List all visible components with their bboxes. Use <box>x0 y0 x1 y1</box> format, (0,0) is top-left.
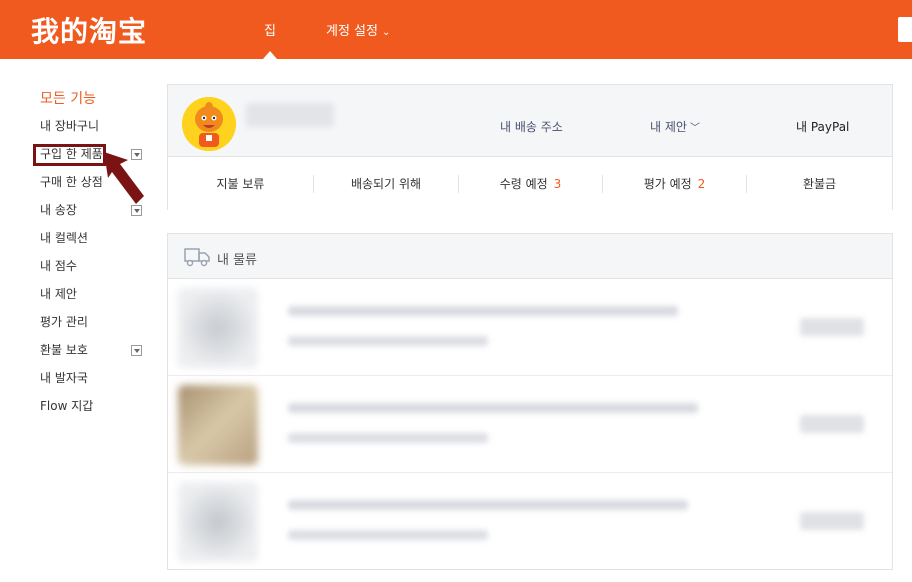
mascot-icon <box>182 97 236 151</box>
blurred-text <box>288 433 488 443</box>
product-thumbnail[interactable] <box>178 288 258 368</box>
sidebar-item-footprints[interactable]: 내 발자국 <box>40 364 150 392</box>
status-count: 2 <box>697 177 706 191</box>
sidebar-item-label: 구매 한 상점 <box>40 175 103 189</box>
paypal-link[interactable]: 내 PayPal <box>796 118 849 135</box>
annotation-highlight-box <box>33 144 106 166</box>
sidebar-item-label: 환불 보호 <box>40 343 88 357</box>
logistics-row[interactable] <box>168 474 892 569</box>
nav-account-settings[interactable]: 계정 설정 ⌄ <box>326 20 390 39</box>
status-label: 배송되기 위해 <box>350 177 422 191</box>
status-to-receive[interactable]: 수령 예정 3 <box>459 158 602 210</box>
status-count: 3 <box>553 177 562 191</box>
chevron-down-icon: ﹀ <box>689 123 700 134</box>
annotation-arrow-icon <box>104 152 144 204</box>
nav-home-link[interactable]: 집 <box>264 20 276 39</box>
blurred-text <box>288 403 698 413</box>
sidebar-item-collection[interactable]: 내 컬렉션 <box>40 224 150 252</box>
sidebar-menu: 모든 기능 내 장바구니 구입 한 제품 구매 한 상점 내 송장 내 컬렉션 … <box>40 88 150 420</box>
blurred-text <box>288 500 688 510</box>
status-label: 수령 예정 <box>499 177 548 191</box>
sidebar-item-flow-wallet[interactable]: Flow 지갑 <box>40 392 150 420</box>
active-nav-indicator <box>263 51 277 59</box>
sidebar-item-refund[interactable]: 환불 보호 <box>40 336 150 364</box>
my-suggestions-dropdown[interactable]: 내 제안 ﹀ <box>650 118 700 135</box>
status-label: 평가 예정 <box>643 177 692 191</box>
status-to-ship[interactable]: 배송되기 위해 <box>314 158 458 210</box>
product-thumbnail[interactable] <box>178 385 258 465</box>
sidebar-item-label: 내 송장 <box>40 203 77 217</box>
search-input[interactable] <box>898 17 912 42</box>
username-blurred <box>246 103 334 127</box>
sidebar-title[interactable]: 모든 기능 <box>40 88 150 110</box>
blurred-text <box>288 336 488 346</box>
blurred-text <box>288 530 488 540</box>
status-refund[interactable]: 환불금 <box>747 158 892 210</box>
account-summary-card: 내 배송 주소 내 제안 ﹀ 내 PayPal 지불 보류 배송되기 위해 수령 … <box>167 84 893 210</box>
taobao-logo[interactable]: 我的淘宝 <box>31 10 147 50</box>
sidebar-item-cart[interactable]: 내 장바구니 <box>40 112 150 140</box>
status-pending-payment[interactable]: 지불 보류 <box>168 158 313 210</box>
blurred-text <box>288 306 678 316</box>
sidebar-item-label: 평가 관리 <box>40 315 88 329</box>
my-suggestions-label: 내 제안 <box>650 120 687 134</box>
sidebar-item-label: 내 장바구니 <box>40 119 100 133</box>
logistics-row[interactable] <box>168 280 892 376</box>
truck-icon <box>184 248 210 267</box>
sidebar-item-label: Flow 지갑 <box>40 399 94 413</box>
row-action-button[interactable] <box>800 512 864 530</box>
nav-account-settings-label: 계정 설정 <box>326 24 378 39</box>
status-label: 환불금 <box>802 177 837 191</box>
status-label: 지불 보류 <box>216 177 265 191</box>
chevron-down-icon: ⌄ <box>381 27 391 38</box>
sidebar-item-label: 내 점수 <box>40 259 77 273</box>
row-action-button[interactable] <box>800 318 864 336</box>
row-action-button[interactable] <box>800 415 864 433</box>
profile-bar: 내 배송 주소 내 제안 ﹀ 내 PayPal <box>168 85 892 157</box>
order-status-row: 지불 보류 배송되기 위해 수령 예정 3 평가 예정 2 환불금 <box>168 158 892 210</box>
sidebar-item-reviews[interactable]: 평가 관리 <box>40 308 150 336</box>
logistics-row[interactable] <box>168 377 892 473</box>
sidebar-item-suggestions[interactable]: 내 제안 <box>40 280 150 308</box>
product-thumbnail[interactable] <box>178 482 258 562</box>
logistics-title: 내 물류 <box>217 253 258 268</box>
logistics-header: 내 물류 <box>168 234 892 279</box>
status-to-review[interactable]: 평가 예정 2 <box>603 158 746 210</box>
avatar[interactable] <box>182 97 236 151</box>
expand-icon[interactable] <box>131 345 142 356</box>
sidebar-item-label: 내 발자국 <box>40 371 88 385</box>
logistics-card: 내 물류 <box>167 233 893 570</box>
top-navigation-bar: 我的淘宝 집 계정 설정 ⌄ <box>0 0 912 59</box>
sidebar-item-label: 내 컬렉션 <box>40 231 88 245</box>
shipping-address-link[interactable]: 내 배송 주소 <box>500 118 563 135</box>
sidebar-item-label: 내 제안 <box>40 287 77 301</box>
sidebar-item-score[interactable]: 내 점수 <box>40 252 150 280</box>
